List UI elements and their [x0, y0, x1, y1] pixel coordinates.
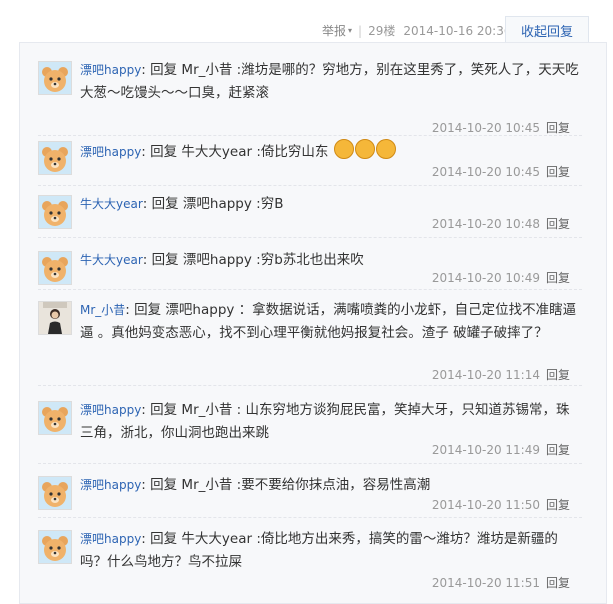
- divider: [38, 463, 582, 464]
- divider: [38, 385, 582, 386]
- reply-username[interactable]: 漂吧happy: [80, 532, 141, 546]
- reply-username[interactable]: Mr_小昔: [80, 303, 125, 317]
- bear-avatar[interactable]: [38, 141, 72, 175]
- reply-meta: 2014-10-20 11:14 回复: [432, 366, 570, 383]
- bear-avatar[interactable]: [38, 195, 72, 229]
- list-item: 漂吧happy: 回复 Mr_小昔 :潍坊是哪的？穷地方，别在这里秀了，笑死人了…: [38, 59, 580, 135]
- reply-button[interactable]: 回复: [546, 165, 570, 179]
- bear-avatar[interactable]: [38, 251, 72, 285]
- reply-meta: 2014-10-20 10:48 回复: [432, 215, 570, 232]
- reply-body: 漂吧happy: 回复 Mr_小昔 :潍坊是哪的？穷地方，别在这里秀了，笑死人了…: [80, 59, 580, 105]
- chevron-down-icon[interactable]: ▾: [348, 26, 352, 35]
- divider: [38, 517, 582, 518]
- reply-button[interactable]: 回复: [546, 271, 570, 285]
- list-item: Mr_小昔: 回复 漂吧happy ：拿数据说话，满嘴喷粪的小龙虾，自己定位找不…: [38, 299, 580, 383]
- reply-button[interactable]: 回复: [546, 121, 570, 135]
- post-meta: 举报 ▾ | 29楼 2014-10-16 20:36: [322, 22, 512, 39]
- report-link[interactable]: 举报: [322, 22, 346, 39]
- bear-avatar[interactable]: [38, 61, 72, 95]
- reply-username[interactable]: 漂吧happy: [80, 145, 141, 159]
- reply-text: : 回复 牛大大year :倚比穷山东: [141, 144, 329, 160]
- reply-meta: 2014-10-20 11:50 回复: [432, 496, 570, 513]
- reply-body: 漂吧happy: 回复 Mr_小昔 : 山东穷地方谈狗屁民富，笑掉大牙，只知道苏…: [80, 399, 580, 445]
- divider: [38, 185, 582, 186]
- reply-meta: 2014-10-20 11:51 回复: [432, 574, 570, 591]
- reply-body: Mr_小昔: 回复 漂吧happy ：拿数据说话，满嘴喷粪的小龙虾，自己定位找不…: [80, 299, 580, 345]
- divider: [38, 237, 582, 238]
- reply-text: : 回复 Mr_小昔 :要不要给你抹点油，容易性高潮: [141, 477, 431, 493]
- divider: [38, 135, 582, 136]
- bear-avatar[interactable]: [38, 401, 72, 435]
- reply-body: 漂吧happy: 回复 Mr_小昔 :要不要给你抹点油，容易性高潮: [80, 474, 580, 497]
- reply-button[interactable]: 回复: [546, 498, 570, 512]
- post-date: 2014-10-16 20:36: [403, 23, 512, 38]
- reply-text: : 回复 牛大大year :倚比地方出来秀，搞笑的雷～潍坊？潍坊是新疆的吗？什么…: [80, 531, 558, 570]
- reply-button[interactable]: 回复: [546, 443, 570, 457]
- meta-separator: |: [358, 23, 363, 38]
- reply-time: 2014-10-20 10:45: [431, 121, 540, 135]
- reply-button[interactable]: 回复: [546, 576, 570, 590]
- reply-time: 2014-10-20 11:51: [431, 576, 540, 590]
- reply-text: : 回复 漂吧happy :穷b苏北也出来吹: [142, 252, 364, 268]
- reply-time: 2014-10-20 11:49: [431, 443, 540, 457]
- reply-username[interactable]: 漂吧happy: [80, 403, 141, 417]
- reply-button[interactable]: 回复: [546, 217, 570, 231]
- reply-username[interactable]: 漂吧happy: [80, 63, 141, 77]
- reply-text: : 回复 漂吧happy ：拿数据说话，满嘴喷粪的小龙虾，自己定位找不准瞎逼逼 …: [80, 302, 577, 341]
- divider: [38, 289, 582, 290]
- person-avatar[interactable]: [38, 301, 72, 335]
- list-item: 漂吧happy: 回复 Mr_小昔 :要不要给你抹点油，容易性高潮 2014-1…: [38, 476, 578, 516]
- angry-emoji-icon: [354, 139, 375, 159]
- reply-text: : 回复 Mr_小昔 : 山东穷地方谈狗屁民富，笑掉大牙，只知道苏锡常，珠三角，…: [80, 402, 570, 441]
- floor-number: 29楼: [368, 24, 396, 38]
- reply-time: 2014-10-20 10:45: [431, 165, 540, 179]
- reply-username[interactable]: 牛大大year: [80, 197, 143, 211]
- reply-body: 漂吧happy: 回复 牛大大year :倚比穷山东: [80, 139, 580, 164]
- list-item: 漂吧happy: 回复 Mr_小昔 : 山东穷地方谈狗屁民富，笑掉大牙，只知道苏…: [38, 401, 578, 461]
- bear-avatar[interactable]: [38, 530, 72, 564]
- reply-time: 2014-10-20 11:14: [431, 368, 540, 382]
- reply-time: 2014-10-20 10:48: [431, 217, 540, 231]
- list-item: 牛大大year: 回复 漂吧happy :穷b苏北也出来吹 2014-10-20…: [38, 251, 578, 291]
- angry-emoji-icon: [333, 139, 354, 159]
- collapse-replies-button[interactable]: 收起回复: [505, 16, 589, 43]
- reply-time: 2014-10-20 10:49: [431, 271, 540, 285]
- post-header: 举报 ▾ | 29楼 2014-10-16 20:36 收起回复: [0, 0, 613, 43]
- reply-username[interactable]: 漂吧happy: [80, 478, 141, 492]
- reply-body: 漂吧happy: 回复 牛大大year :倚比地方出来秀，搞笑的雷～潍坊？潍坊是…: [80, 528, 580, 574]
- angry-emoji-icon: [375, 139, 396, 159]
- reply-text: : 回复 Mr_小昔 :潍坊是哪的？穷地方，别在这里秀了，笑死人了，天天吃大葱～…: [80, 62, 579, 101]
- reply-time: 2014-10-20 11:50: [431, 498, 540, 512]
- reply-username[interactable]: 牛大大year: [80, 253, 143, 267]
- reply-meta: 2014-10-20 10:49 回复: [432, 269, 570, 286]
- list-item: 漂吧happy: 回复 牛大大year :倚比穷山东 2014-10-20 10…: [38, 139, 580, 181]
- bear-avatar[interactable]: [38, 476, 72, 510]
- reply-button[interactable]: 回复: [546, 368, 570, 382]
- reply-meta: 2014-10-20 10:45 回复: [432, 163, 570, 180]
- reply-body: 牛大大year: 回复 漂吧happy :穷B: [80, 193, 580, 216]
- reply-list: 漂吧happy: 回复 Mr_小昔 :潍坊是哪的？穷地方，别在这里秀了，笑死人了…: [19, 42, 607, 604]
- list-item: 牛大大year: 回复 漂吧happy :穷B 2014-10-20 10:48…: [38, 195, 578, 235]
- list-item: 漂吧happy: 回复 牛大大year :倚比地方出来秀，搞笑的雷～潍坊？潍坊是…: [38, 530, 578, 590]
- reply-meta: 2014-10-20 10:45 回复: [432, 119, 570, 136]
- reply-meta: 2014-10-20 11:49 回复: [432, 441, 570, 458]
- reply-text: : 回复 漂吧happy :穷B: [142, 196, 284, 212]
